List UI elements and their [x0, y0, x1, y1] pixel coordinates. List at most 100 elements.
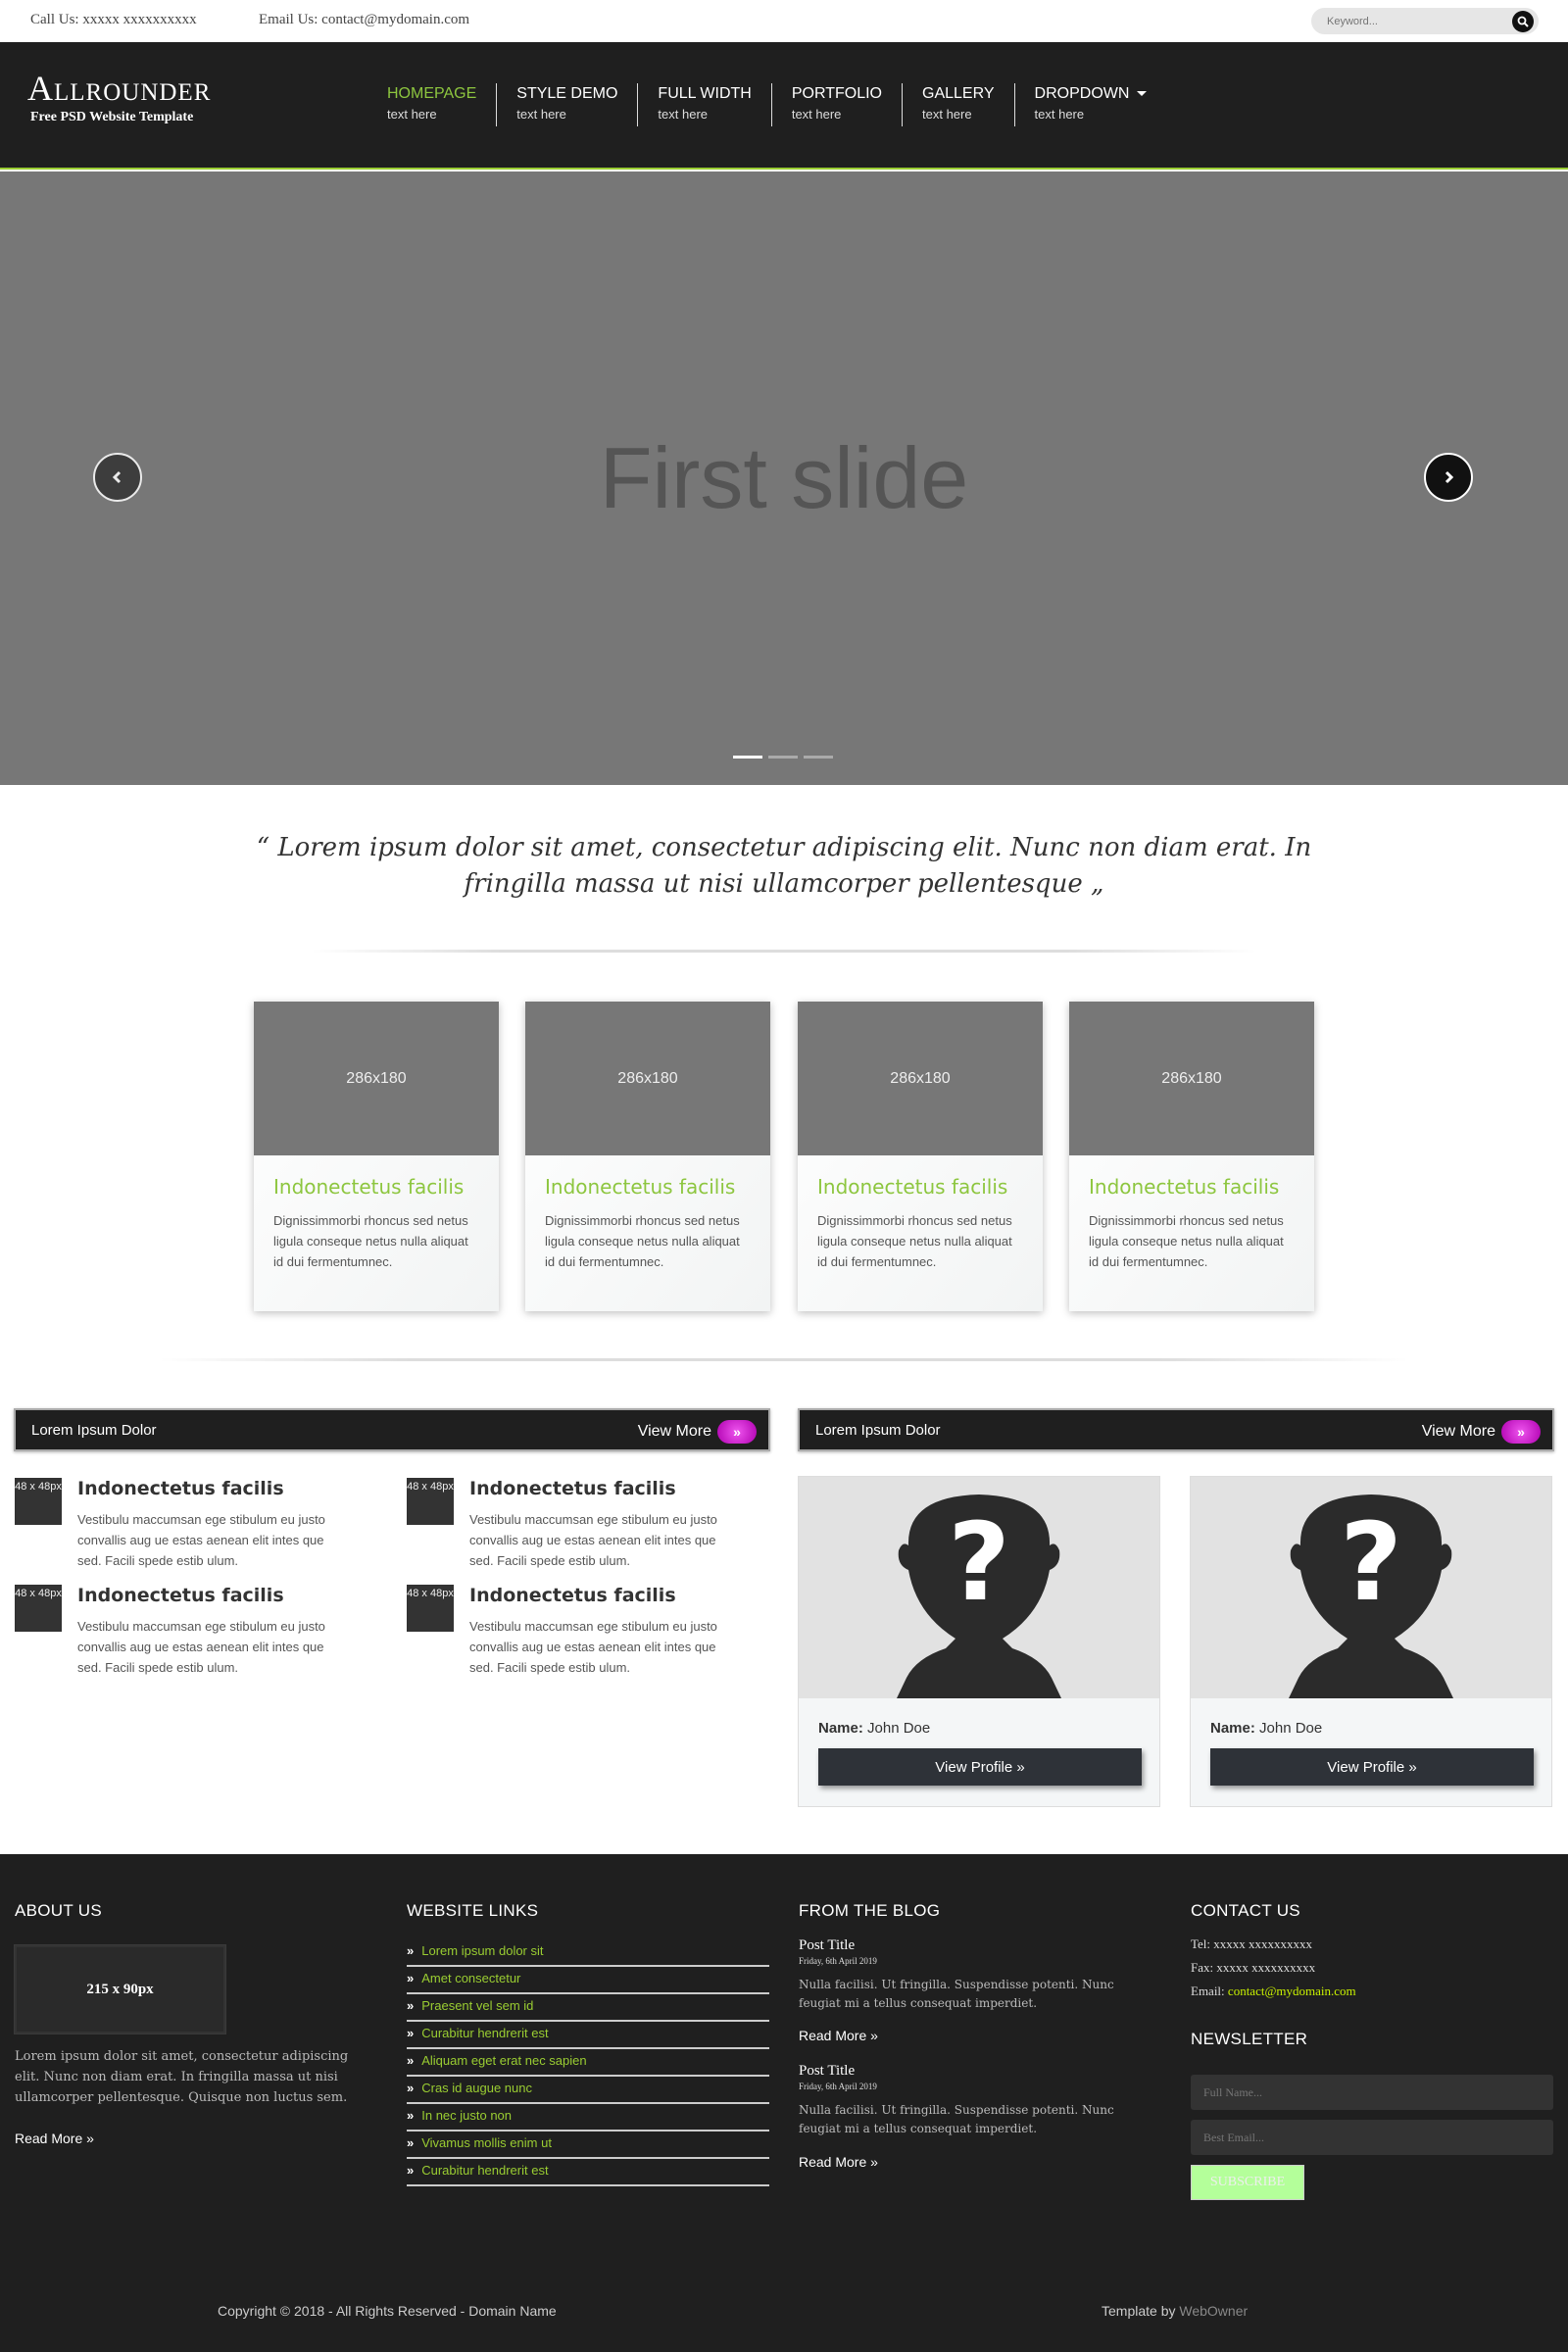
search-input[interactable]: [1327, 13, 1503, 29]
nav-label: PORTFOLIO: [791, 85, 882, 102]
footer-link[interactable]: » Praesent vel sem id: [407, 1994, 769, 2022]
double-chevron-right-icon: »: [407, 1998, 415, 2013]
card-title[interactable]: Indonectetus facilis: [273, 1175, 479, 1199]
contact-fax: Fax: xxxxx xxxxxxxxxx: [1191, 1960, 1316, 1975]
divider: [312, 950, 1256, 953]
nav-label: STYLE DEMO: [516, 85, 618, 102]
news-thumbnail: 48 x 48px: [15, 1585, 62, 1632]
news-text: Vestibulu maccumsan ege stibulum eu just…: [469, 1512, 717, 1568]
card-image-placeholder: 286x180: [1069, 1002, 1314, 1155]
about-text: Lorem ipsum dolor sit amet, consectetur …: [15, 2049, 349, 2105]
view-profile-button[interactable]: View Profile »: [818, 1748, 1142, 1786]
logo-title[interactable]: Allrounder: [27, 68, 211, 109]
newsletter-email-input[interactable]: [1191, 2120, 1553, 2155]
view-profile-button[interactable]: View Profile »: [1210, 1748, 1534, 1786]
profile-name: Name: John Doe: [1210, 1720, 1322, 1737]
footer-link[interactable]: » Amet consectetur: [407, 1967, 769, 1994]
name-label: Name:: [1210, 1720, 1255, 1737]
nav-item-homepage[interactable]: HOMEPAGE text here: [368, 83, 496, 126]
website-links-list: » Lorem ipsum dolor sit » Amet consectetur…: [407, 1939, 769, 2186]
chevron-left-icon: [112, 470, 122, 484]
footer-link[interactable]: » Lorem ipsum dolor sit: [407, 1939, 769, 1967]
name-value: John Doe: [867, 1720, 931, 1737]
news-thumbnail: 48 x 48px: [407, 1478, 454, 1525]
nav-label: FULL WIDTH: [658, 85, 752, 102]
footer-link-label: Aliquam eget erat nec sapien: [421, 2053, 587, 2068]
contact-email: Email: contact@mydomain.com: [1191, 1984, 1356, 1999]
news-thumbnail: 48 x 48px: [407, 1585, 454, 1632]
card-text: Dignissimmorbi rhoncus sed netus ligula …: [817, 1213, 1012, 1269]
footer-heading: CONTACT US: [1191, 1901, 1300, 1920]
post-title[interactable]: Post Title: [799, 1937, 855, 1954]
double-chevron-right-icon: »: [407, 1971, 415, 1985]
footer-link[interactable]: » Curabitur hendrerit est: [407, 2159, 769, 2186]
profile-image: ?: [799, 1477, 1159, 1698]
footer-logo-placeholder: 215 x 90px: [14, 1944, 226, 2034]
feature-card: 286x180 Indonectetus facilis Dignissimmo…: [1069, 1002, 1314, 1311]
post-read-more-link[interactable]: Read More »: [799, 2154, 878, 2170]
quote-text: “ Lorem ipsum dolor sit amet, consectetu…: [256, 833, 1312, 899]
view-more-button[interactable]: View More »: [638, 1420, 757, 1444]
credit-prefix: Template by: [1102, 2303, 1176, 2319]
view-more-label: View More: [1421, 1423, 1495, 1440]
feature-card: 286x180 Indonectetus facilis Dignissimmo…: [254, 1002, 499, 1311]
site-header: Allrounder Free PSD Website Template HOM…: [0, 42, 1568, 170]
post-title[interactable]: Post Title: [799, 2063, 855, 2080]
carousel-prev-button[interactable]: [93, 453, 142, 502]
card-image-placeholder: 286x180: [254, 1002, 499, 1155]
footer-link[interactable]: » Aliquam eget erat nec sapien: [407, 2049, 769, 2077]
card-title[interactable]: Indonectetus facilis: [545, 1175, 751, 1199]
footer-link[interactable]: » In nec justo non: [407, 2104, 769, 2132]
news-title[interactable]: Indonectetus facilis: [469, 1478, 676, 1499]
nav-item-full-width[interactable]: FULL WIDTH text here: [637, 83, 770, 126]
news-title[interactable]: Indonectetus facilis: [469, 1585, 676, 1606]
card-title[interactable]: Indonectetus facilis: [817, 1175, 1023, 1199]
nav-label: DROPDOWN: [1034, 85, 1130, 102]
search-button[interactable]: [1512, 11, 1534, 32]
top-bar: Call Us: xxxxx xxxxxxxxxx Email Us: cont…: [0, 0, 1568, 42]
nav-label: HOMEPAGE: [387, 85, 477, 102]
carousel-indicator[interactable]: [768, 756, 798, 759]
footer-link-label: In nec justo non: [421, 2108, 513, 2123]
double-chevron-right-icon: »: [407, 2026, 415, 2040]
double-chevron-right-icon: »: [1501, 1420, 1541, 1444]
footer-link-label: Vivamus mollis enim ut: [421, 2135, 552, 2150]
footer-link-label: Lorem ipsum dolor sit: [421, 1943, 544, 1958]
view-more-label: View More: [637, 1423, 711, 1440]
call-us-text: Call Us: xxxxx xxxxxxxxxx: [30, 12, 197, 27]
profile-card: ? Name: John Doe View Profile »: [798, 1476, 1160, 1807]
double-chevron-right-icon: »: [717, 1420, 757, 1444]
email-us-text: Email Us: contact@mydomain.com: [259, 12, 470, 27]
footer-heading: NEWSLETTER: [1191, 2030, 1308, 2048]
footer-link[interactable]: » Curabitur hendrerit est: [407, 2022, 769, 2049]
nav-label-wrap: DROPDOWN: [1035, 85, 1148, 103]
nav-item-dropdown[interactable]: DROPDOWN text here: [1013, 83, 1167, 126]
svg-text:?: ?: [1340, 1499, 1402, 1625]
about-read-more-link[interactable]: Read More »: [15, 2131, 94, 2146]
view-more-button[interactable]: View More »: [1422, 1420, 1541, 1444]
nav-item-portfolio[interactable]: PORTFOLIO text here: [770, 83, 902, 126]
carousel-indicator[interactable]: [804, 756, 833, 759]
carousel-next-button[interactable]: [1424, 453, 1473, 502]
contact-tel: Tel: xxxxx xxxxxxxxxx: [1191, 1936, 1313, 1951]
post-date: Friday, 6th April 2019: [799, 2082, 877, 2091]
news-title[interactable]: Indonectetus facilis: [77, 1478, 284, 1499]
unknown-person-icon: ?: [1289, 1494, 1453, 1698]
post-read-more-link[interactable]: Read More »: [799, 2028, 878, 2043]
news-title[interactable]: Indonectetus facilis: [77, 1585, 284, 1606]
footer-link-label: Curabitur hendrerit est: [421, 2026, 549, 2040]
credit-link[interactable]: WebOwner: [1179, 2303, 1248, 2319]
subscribe-button[interactable]: SUBSCRIBE: [1191, 2165, 1304, 2200]
footer-link[interactable]: » Vivamus mollis enim ut: [407, 2132, 769, 2159]
carousel-indicator[interactable]: [733, 756, 762, 759]
footer-link[interactable]: » Cras id augue nunc: [407, 2077, 769, 2104]
profile-panel-header: Lorem Ipsum Dolor View More »: [798, 1408, 1554, 1451]
profile-name: Name: John Doe: [818, 1720, 930, 1737]
nav-sub: text here: [516, 107, 566, 122]
email-link[interactable]: contact@mydomain.com: [1228, 1984, 1356, 1998]
nav-item-style-demo[interactable]: STYLE DEMO text here: [496, 83, 637, 126]
newsletter-name-input[interactable]: [1191, 2075, 1553, 2110]
nav-item-gallery[interactable]: GALLERY text here: [902, 83, 1014, 126]
card-title[interactable]: Indonectetus facilis: [1089, 1175, 1295, 1199]
card-text: Dignissimmorbi rhoncus sed netus ligula …: [1089, 1213, 1284, 1269]
